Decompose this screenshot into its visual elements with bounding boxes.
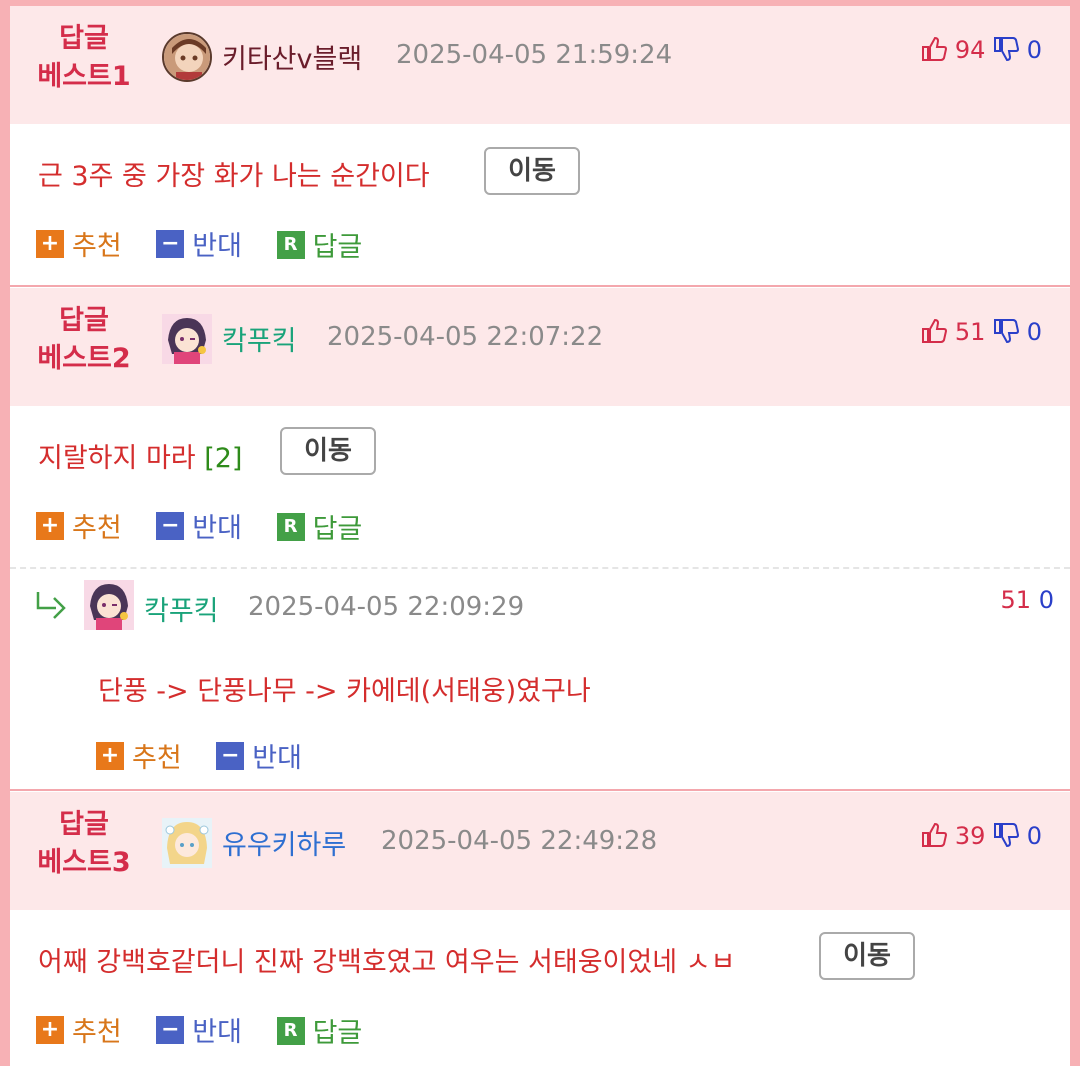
minus-icon: − bbox=[156, 1015, 185, 1044]
down-count: 0 bbox=[1026, 822, 1042, 850]
best-label-line2: 베스트3 bbox=[37, 847, 131, 878]
reply-label: 답글 bbox=[312, 232, 363, 263]
plus-icon: + bbox=[36, 1015, 64, 1044]
recommend-button[interactable]: + 추천 bbox=[36, 1010, 122, 1049]
reply-button[interactable]: R 답글 bbox=[276, 507, 363, 546]
vote-counts: 51 0 bbox=[921, 318, 1042, 346]
up-count: 51 bbox=[954, 318, 986, 346]
recommend-label: 추천 bbox=[72, 231, 122, 262]
comment-actions: + 추천 − 반대 R 답글 bbox=[36, 1010, 388, 1050]
reply-icon: R bbox=[276, 512, 305, 541]
comment-header: 답글 베스트1 키타산v블랙 2025-04-05 21:59:24 94 0 bbox=[10, 6, 1070, 124]
comment-text: 지랄하지 마라 [2] bbox=[38, 436, 242, 475]
recommend-button[interactable]: + 추천 bbox=[36, 224, 122, 263]
up-count: 39 bbox=[954, 822, 986, 850]
oppose-button[interactable]: − 반대 bbox=[156, 1010, 242, 1049]
move-button[interactable]: 이동 bbox=[819, 932, 915, 980]
comment-list: 답글 베스트1 키타산v블랙 2025-04-05 21:59:24 94 0 bbox=[10, 6, 1070, 1066]
divider bbox=[10, 789, 1070, 791]
reply-label: 답글 bbox=[312, 514, 363, 545]
reply-icon: R bbox=[276, 230, 305, 259]
minus-icon: − bbox=[216, 741, 245, 770]
avatar[interactable] bbox=[162, 32, 212, 82]
down-count: 0 bbox=[1026, 318, 1042, 346]
thumb-up-icon bbox=[922, 36, 948, 61]
best-label-line2: 베스트2 bbox=[37, 343, 131, 374]
up-count: 94 bbox=[954, 36, 986, 64]
nickname[interactable]: 칵푸킥 bbox=[222, 319, 297, 358]
reply-text: 단풍 -> 단풍나무 -> 카에데(서태웅)였구나 bbox=[98, 676, 591, 707]
recommend-label: 추천 bbox=[72, 513, 122, 544]
avatar[interactable] bbox=[162, 314, 212, 364]
move-button[interactable]: 이동 bbox=[280, 427, 376, 475]
down-count: 0 bbox=[1038, 586, 1054, 614]
divider bbox=[10, 285, 1070, 287]
recommend-label: 추천 bbox=[132, 743, 182, 774]
oppose-button[interactable]: − 반대 bbox=[156, 224, 242, 263]
comment-header: 답글 베스트3 유우키하루 2025-04-05 22:49:28 39 0 bbox=[10, 792, 1070, 910]
comment-date: 2025-04-05 22:49:28 bbox=[381, 826, 658, 856]
nickname[interactable]: 유우키하루 bbox=[222, 823, 346, 862]
up-count: 51 bbox=[1000, 586, 1032, 614]
oppose-button[interactable]: − 반대 bbox=[216, 736, 302, 775]
oppose-label: 반대 bbox=[252, 743, 302, 774]
thumb-up-icon bbox=[922, 318, 948, 343]
comment-text: 근 3주 중 가장 화가 나는 순간이다 bbox=[38, 161, 430, 192]
comment-date: 2025-04-05 22:07:22 bbox=[327, 322, 604, 352]
recommend-label: 추천 bbox=[72, 1017, 122, 1048]
oppose-label: 반대 bbox=[192, 231, 242, 262]
recommend-button[interactable]: + 추천 bbox=[96, 736, 182, 775]
nickname[interactable]: 키타산v블랙 bbox=[222, 37, 362, 76]
reply-nickname[interactable]: 칵푸킥 bbox=[144, 589, 219, 628]
reply-vote-counts: 51 0 bbox=[1001, 586, 1054, 614]
move-button[interactable]: 이동 bbox=[484, 147, 580, 195]
avatar[interactable] bbox=[162, 818, 212, 868]
minus-icon: − bbox=[156, 229, 185, 258]
best-label-line1: 답글 bbox=[59, 23, 109, 54]
reply-divider bbox=[10, 567, 1070, 569]
best-label-line1: 답글 bbox=[59, 305, 109, 336]
oppose-button[interactable]: − 반대 bbox=[156, 506, 242, 545]
comment-header: 답글 베스트2 칵푸킥 2025-04-05 22:07:22 51 0 bbox=[10, 288, 1070, 406]
recommend-button[interactable]: + 추천 bbox=[36, 506, 122, 545]
reply-count[interactable]: [2] bbox=[204, 443, 242, 474]
comment-text: 어째 강백호같더니 진짜 강백호였고 여우는 서태웅이었네 ㅅㅂ bbox=[38, 947, 736, 978]
reply-icon: R bbox=[276, 1016, 305, 1045]
best-label-line2: 베스트1 bbox=[37, 61, 131, 92]
thumb-down-icon bbox=[994, 319, 1020, 344]
reply-actions: + 추천 − 반대 bbox=[96, 736, 328, 775]
minus-icon: − bbox=[156, 511, 185, 540]
thumb-down-icon bbox=[994, 823, 1020, 848]
plus-icon: + bbox=[36, 229, 64, 258]
comment-date: 2025-04-05 21:59:24 bbox=[396, 40, 673, 70]
comment-actions: + 추천 − 반대 R 답글 bbox=[36, 506, 388, 546]
best-badge: 답글 베스트3 bbox=[24, 806, 144, 882]
reply-label: 답글 bbox=[312, 1018, 363, 1049]
best-badge: 답글 베스트2 bbox=[24, 302, 144, 378]
vote-counts: 94 0 bbox=[921, 36, 1042, 64]
reply-date: 2025-04-05 22:09:29 bbox=[248, 592, 525, 622]
best-badge: 답글 베스트1 bbox=[24, 20, 144, 96]
thumb-up-icon bbox=[922, 822, 948, 847]
reply-button[interactable]: R 답글 bbox=[276, 225, 363, 264]
oppose-label: 반대 bbox=[192, 513, 242, 544]
down-count: 0 bbox=[1026, 36, 1042, 64]
plus-icon: + bbox=[96, 741, 124, 770]
thumb-down-icon bbox=[994, 37, 1020, 62]
best-label-line1: 답글 bbox=[59, 809, 109, 840]
reply-arrow-icon bbox=[36, 592, 66, 619]
avatar[interactable] bbox=[84, 580, 134, 630]
plus-icon: + bbox=[36, 511, 64, 540]
vote-counts: 39 0 bbox=[921, 822, 1042, 850]
comment-actions: + 추천 − 반대 R 답글 bbox=[36, 224, 388, 264]
reply-button[interactable]: R 답글 bbox=[276, 1011, 363, 1050]
oppose-label: 반대 bbox=[192, 1017, 242, 1048]
comment-text-body: 지랄하지 마라 bbox=[38, 443, 196, 474]
